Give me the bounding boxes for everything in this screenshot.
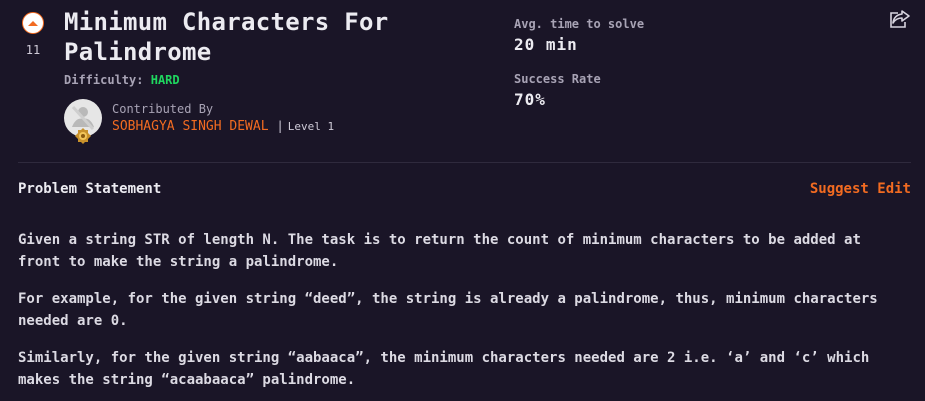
contributed-by-label: Contributed By — [112, 101, 214, 116]
contributor-block: Contributed By SOBHAGYA SINGH DEWAL | Leve… — [64, 99, 334, 144]
share-icon — [890, 10, 910, 28]
contributor-text: Contributed By SOBHAGYA SINGH DEWAL | Leve… — [112, 102, 334, 135]
upvote-button[interactable] — [22, 12, 44, 34]
statement-paragraph: For example, for the given string “deed”… — [18, 291, 878, 329]
vote-count: 11 — [25, 43, 41, 57]
statement-paragraph: Similarly, for the given string “aabaaca… — [18, 350, 870, 388]
contributor-line: SOBHAGYA SINGH DEWAL | Level 1 — [112, 118, 334, 135]
success-rate-value: 70% — [514, 90, 546, 109]
problem-page: 11 Minimum Characters For Palindrome Dif… — [0, 0, 925, 401]
vote-widget: 11 — [20, 12, 46, 57]
upvote-icon — [28, 21, 38, 26]
success-rate-label: Success Rate — [514, 72, 601, 86]
problem-title: Minimum Characters For Palindrome — [64, 8, 389, 66]
statement-paragraph: Given a string STR of length N. The task… — [18, 232, 861, 270]
difficulty-value: HARD — [150, 73, 180, 87]
share-button[interactable] — [889, 9, 911, 33]
difficulty: Difficulty: HARD — [64, 73, 180, 87]
level-badge-icon — [75, 128, 91, 144]
problem-statement-heading: Problem Statement — [18, 181, 162, 197]
divider — [18, 162, 911, 163]
suggest-edit-link[interactable]: Suggest Edit — [810, 181, 911, 197]
problem-stats: Avg. time to solve 20 min Success Rate 7… — [514, 17, 644, 109]
contributor-level: Level 1 — [287, 119, 335, 133]
avg-time-label: Avg. time to solve — [514, 17, 645, 31]
avatar[interactable] — [64, 99, 102, 144]
contributor-name[interactable]: SOBHAGYA SINGH DEWAL — [112, 119, 269, 134]
problem-statement-body: Given a string STR of length N. The task… — [18, 229, 911, 401]
avg-time-value: 20 min — [514, 35, 578, 54]
separator: | — [276, 118, 284, 133]
difficulty-label: Difficulty: — [64, 73, 144, 87]
